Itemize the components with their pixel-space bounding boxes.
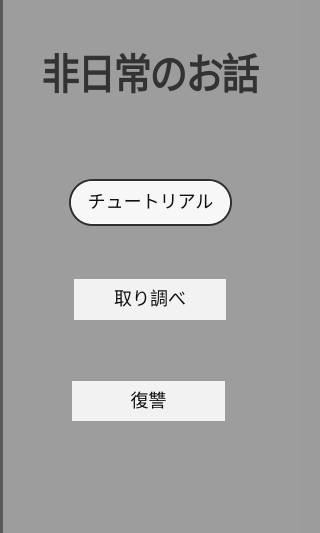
- interrogation-button[interactable]: 取り調べ: [74, 279, 226, 320]
- left-border: [0, 0, 3, 533]
- tutorial-button[interactable]: チュートリアル: [71, 181, 230, 224]
- revenge-button[interactable]: 復讐: [72, 381, 225, 421]
- game-title: 非日常のお話: [41, 50, 260, 99]
- title-screen: 非日常のお話 チュートリアル 取り調べ 復讐: [0, 0, 300, 533]
